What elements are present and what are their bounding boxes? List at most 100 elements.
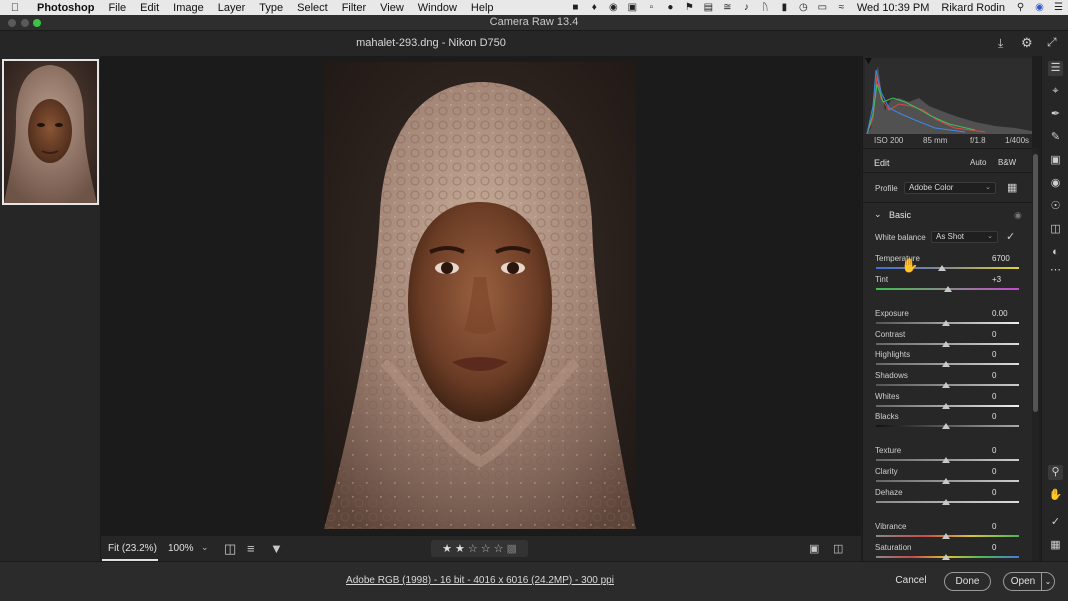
slider-value-whites[interactable]: 0 — [988, 391, 1017, 402]
status-app-icon[interactable]: ♦ — [585, 2, 604, 13]
slider-thumb-tint[interactable] — [944, 286, 952, 292]
status-app-icon[interactable]: ■ — [566, 2, 585, 13]
grid-overlay-icon[interactable]: ▦ — [1048, 538, 1063, 553]
zoom-tool-icon[interactable]: ⚲ — [1048, 465, 1063, 480]
status-app-icon[interactable]: ▤ — [699, 2, 718, 13]
slider-value-tint[interactable]: +3 — [988, 274, 1017, 285]
profile-select[interactable]: Adobe Color ⌄ — [904, 182, 996, 194]
slider-thumb-shadows[interactable] — [942, 382, 950, 388]
filmstrip-thumbnail[interactable] — [2, 59, 99, 205]
save-icon[interactable]: ⤓ — [998, 36, 1003, 51]
star-rating[interactable]: ★ ★ ☆ ☆ ☆ ▩ — [431, 540, 528, 557]
slider-thumb-highlights[interactable] — [942, 361, 950, 367]
flag-icon[interactable]: ⚑ — [680, 2, 699, 13]
control-center-icon[interactable]: ☰ — [1049, 2, 1068, 13]
slider-thumb-blacks[interactable] — [942, 423, 950, 429]
eyedropper-icon[interactable]: ✓ — [1006, 230, 1015, 243]
slider-value-saturation[interactable]: 0 — [988, 542, 1017, 553]
single-view-icon[interactable]: ▣ — [809, 542, 819, 555]
slider-value-blacks[interactable]: 0 — [988, 411, 1017, 422]
radial-filter-icon[interactable]: ◉ — [1048, 176, 1063, 191]
chevron-down-icon[interactable]: ⌄ — [201, 542, 209, 553]
done-button[interactable]: Done — [944, 572, 991, 591]
status-app-icon[interactable]: ≅ — [718, 2, 737, 13]
trash-icon[interactable]: ▩ — [506, 542, 516, 555]
menubar-clock[interactable]: Wed 10:39 PM — [851, 2, 936, 14]
menu-help[interactable]: Help — [464, 2, 501, 14]
star-icon[interactable]: ☆ — [494, 542, 504, 555]
star-icon[interactable]: ★ — [455, 542, 465, 555]
slider-thumb-dehaze[interactable] — [942, 499, 950, 505]
slider-value-vibrance[interactable]: 0 — [988, 521, 1017, 532]
slider-thumb-saturation[interactable] — [942, 554, 950, 560]
siri-icon[interactable]: ◉ — [1030, 2, 1049, 13]
fit-zoom-button[interactable]: Fit (23.2%) — [108, 543, 157, 554]
profile-browser-icon[interactable]: ▦ — [1007, 181, 1017, 194]
bluetooth-icon[interactable]: ᚢ — [756, 2, 775, 13]
chevron-down-icon[interactable]: ⌄ — [874, 209, 882, 220]
menu-select[interactable]: Select — [290, 2, 335, 14]
slider-value-texture[interactable]: 0 — [988, 445, 1017, 456]
slider-thumb-contrast[interactable] — [942, 341, 950, 347]
slider-value-highlights[interactable]: 0 — [988, 349, 1017, 360]
menu-view[interactable]: View — [373, 2, 411, 14]
edit-sliders-icon[interactable]: ☰ — [1048, 61, 1063, 76]
hand-tool-icon[interactable]: ✋ — [1048, 488, 1063, 503]
star-icon[interactable]: ☆ — [468, 542, 478, 555]
slider-value-temperature[interactable]: 6700 — [988, 253, 1017, 264]
slider-track-temperature[interactable] — [876, 267, 1019, 269]
slider-value-exposure[interactable]: 0.00 — [988, 308, 1017, 319]
basic-section-title[interactable]: Basic — [889, 210, 911, 220]
menu-type[interactable]: Type — [252, 2, 290, 14]
slider-thumb-temperature[interactable] — [938, 265, 946, 271]
cancel-button[interactable]: Cancel — [888, 572, 934, 591]
menu-file[interactable]: File — [101, 2, 133, 14]
red-eye-icon[interactable]: ☉ — [1048, 199, 1063, 214]
color-sampler-icon[interactable]: ✓ — [1048, 515, 1063, 530]
zoom-level-select[interactable]: 100% — [168, 543, 194, 554]
menu-filter[interactable]: Filter — [335, 2, 373, 14]
slider-thumb-texture[interactable] — [942, 457, 950, 463]
workflow-options-link[interactable]: Adobe RGB (1998) - 16 bit - 4016 x 6016 … — [0, 575, 960, 586]
status-app-icon[interactable]: ▫ — [642, 2, 661, 13]
scrollbar-thumb[interactable] — [1033, 154, 1038, 412]
snapshots-icon[interactable]: ◫ — [1048, 222, 1063, 237]
adjustment-brush-icon[interactable]: ✎ — [1048, 130, 1063, 145]
graduated-filter-icon[interactable]: ▣ — [1048, 153, 1063, 168]
time-machine-icon[interactable]: ◷ — [794, 2, 813, 13]
more-options-icon[interactable]: ⋯ — [1048, 263, 1063, 278]
status-app-icon[interactable]: ◉ — [604, 2, 623, 13]
filmstrip-toggle-icon[interactable]: ◫ — [224, 541, 236, 557]
display-icon[interactable]: ▭ — [813, 2, 832, 13]
settings-gear-icon[interactable]: ⚙ — [1021, 35, 1033, 51]
wifi-icon[interactable]: ≈ — [832, 2, 851, 13]
crop-icon[interactable]: ⌖ — [1048, 84, 1063, 99]
slider-value-contrast[interactable]: 0 — [988, 329, 1017, 340]
fullscreen-icon[interactable]: ⤢ — [1047, 35, 1057, 50]
slider-value-clarity[interactable]: 0 — [988, 466, 1017, 477]
slider-thumb-vibrance[interactable] — [942, 533, 950, 539]
image-canvas[interactable] — [101, 56, 861, 535]
star-icon[interactable]: ★ — [442, 542, 452, 555]
star-icon[interactable]: ☆ — [481, 542, 491, 555]
volume-icon[interactable]: ♪ — [737, 2, 756, 13]
menu-edit[interactable]: Edit — [133, 2, 166, 14]
search-icon[interactable]: ⚲ — [1011, 2, 1030, 13]
healing-brush-icon[interactable]: ✒ — [1048, 107, 1063, 122]
menu-app-photoshop[interactable]: Photoshop — [30, 2, 101, 14]
menu-layer[interactable]: Layer — [211, 2, 253, 14]
bw-button[interactable]: B&W — [998, 158, 1016, 167]
menu-image[interactable]: Image — [166, 2, 211, 14]
status-app-icon[interactable]: ● — [661, 2, 680, 13]
panel-scrollbar[interactable] — [1032, 148, 1039, 561]
slider-thumb-exposure[interactable] — [942, 320, 950, 326]
presets-icon[interactable]: ◐ — [1048, 245, 1063, 260]
slider-thumb-whites[interactable] — [942, 403, 950, 409]
sort-icon[interactable]: ≡ — [247, 541, 255, 556]
white-balance-select[interactable]: As Shot ⌄ — [931, 231, 998, 243]
open-button[interactable]: Open — [1003, 572, 1042, 591]
slider-value-dehaze[interactable]: 0 — [988, 487, 1017, 498]
visibility-eye-icon[interactable]: ◉ — [1014, 210, 1022, 221]
filter-icon[interactable]: ▼ — [270, 541, 283, 556]
apple-icon[interactable]:  — [0, 2, 30, 14]
